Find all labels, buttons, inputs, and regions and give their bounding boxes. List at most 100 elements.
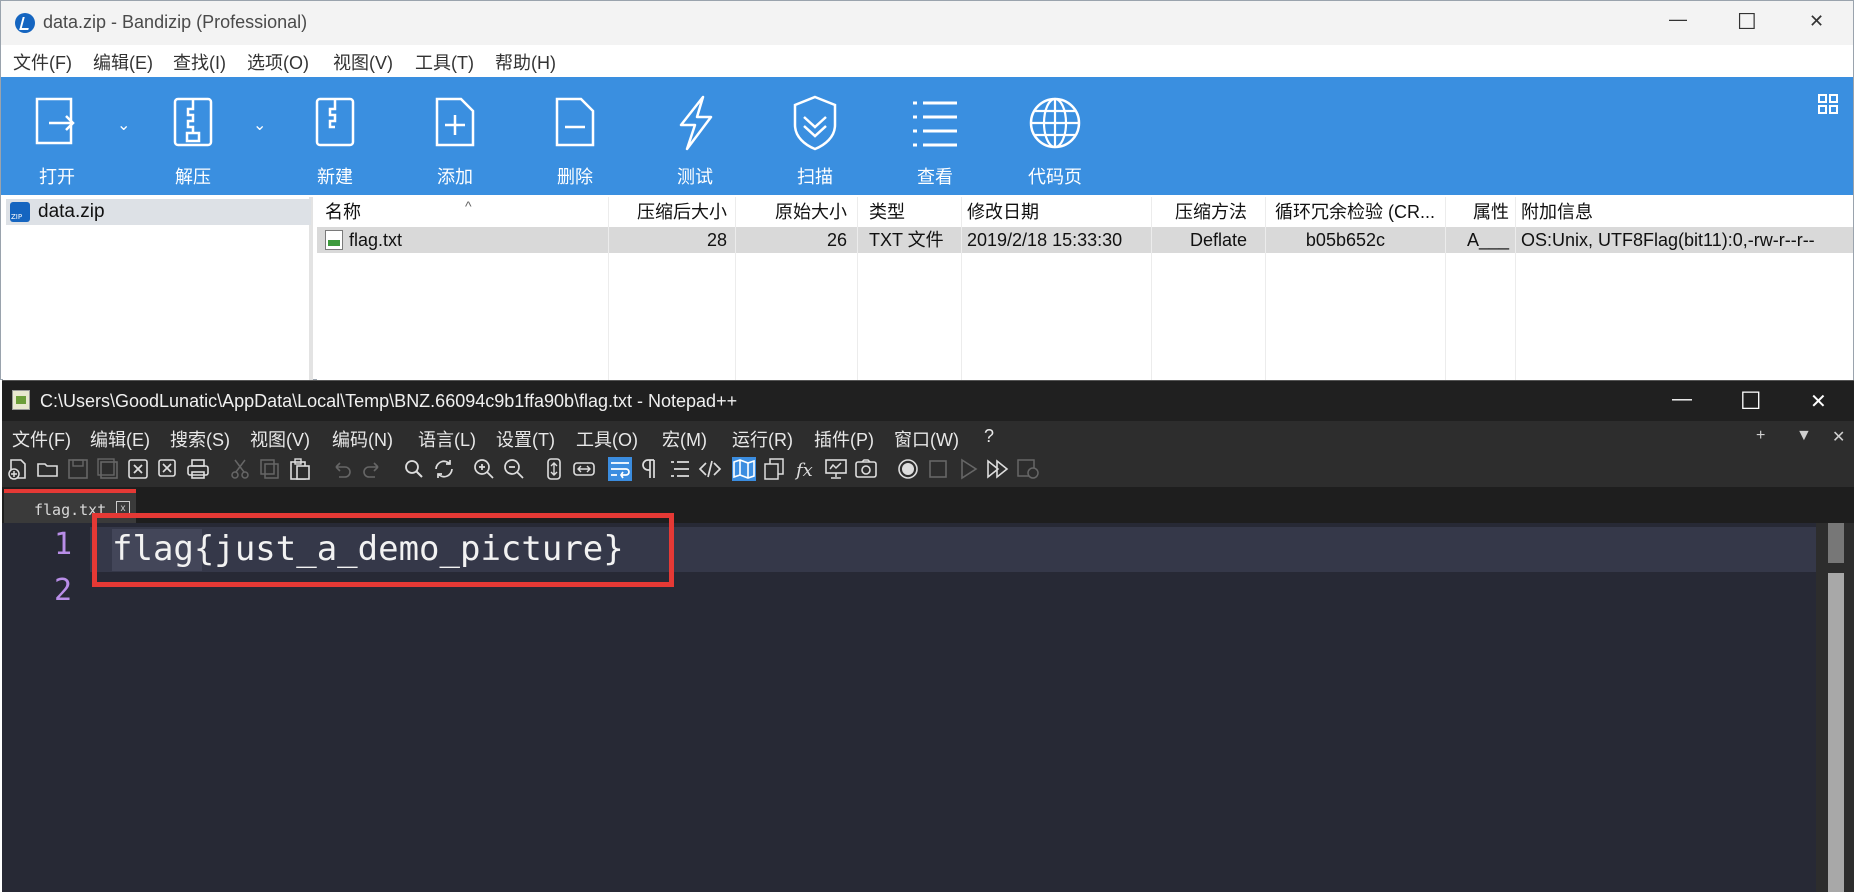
column-header-size[interactable]: 原始大小 [737, 197, 847, 227]
show-all-characters-icon[interactable] [638, 457, 662, 481]
zoom-in-icon[interactable] [472, 457, 496, 481]
menu-help[interactable]: 帮助(H) [495, 49, 556, 75]
replace-icon[interactable] [432, 457, 456, 481]
menu-language[interactable]: 语言(L) [418, 426, 476, 452]
notepad-maximize-button[interactable]: ☐ [1714, 381, 1784, 421]
zoom-out-icon[interactable] [502, 457, 526, 481]
column-header-attributes[interactable]: 属性 [1447, 197, 1509, 227]
vertical-scrollbar[interactable] [1816, 523, 1854, 892]
save-macro-icon[interactable] [1016, 457, 1040, 481]
scrollbar-thumb[interactable] [1828, 573, 1844, 892]
cell-size: 26 [826, 230, 847, 250]
menu-settings[interactable]: 设置(T) [496, 426, 555, 452]
open-button[interactable]: 打开 [15, 77, 99, 195]
save-all-icon[interactable] [96, 457, 120, 481]
column-header-packed[interactable]: 压缩后大小 [613, 197, 727, 227]
menu-run[interactable]: 运行(R) [732, 426, 793, 452]
notepad-title-bar: C:\Users\GoodLunatic\AppData\Local\Temp\… [2, 381, 1854, 421]
close-document-icon[interactable]: ✕ [1832, 427, 1845, 447]
run-macro-multiple-icon[interactable] [986, 457, 1010, 481]
menu-file[interactable]: 文件(F) [13, 49, 72, 75]
codepage-button[interactable]: 代码页 [1013, 77, 1097, 195]
column-header-extra[interactable]: 附加信息 [1521, 197, 1821, 227]
document-list-icon[interactable] [762, 457, 786, 481]
print-icon[interactable] [186, 457, 210, 481]
folder-workspace-icon[interactable] [854, 457, 878, 481]
bandizip-window-title: data.zip - Bandizip (Professional) [43, 12, 308, 32]
stop-recording-icon[interactable] [926, 457, 950, 481]
close-file-icon[interactable] [126, 457, 150, 481]
tab-list-down-icon[interactable]: ▼ [1796, 427, 1812, 445]
menu-macro[interactable]: 宏(M) [662, 426, 707, 452]
layout-grid-icon[interactable] [1817, 93, 1839, 115]
menu-edit[interactable]: 编辑(E) [90, 426, 150, 452]
file-list: 名称 ^ 压缩后大小 原始大小 类型 修改日期 压缩方法 循环冗余检验 (CR..… [317, 197, 1853, 381]
open-folder-icon[interactable] [36, 457, 60, 481]
test-label: 测试 [677, 167, 713, 187]
delete-button[interactable]: 删除 [533, 77, 617, 195]
menu-tools[interactable]: 工具(T) [415, 49, 474, 75]
view-label: 查看 [917, 167, 953, 187]
menu-plugins[interactable]: 插件(P) [814, 426, 874, 452]
menu-view[interactable]: 视图(V) [333, 49, 393, 75]
menu-window[interactable]: 窗口(W) [894, 426, 959, 452]
copy-icon[interactable] [258, 457, 282, 481]
menu-search[interactable]: 搜索(S) [170, 426, 230, 452]
notepad-close-button[interactable]: ✕ [1784, 381, 1854, 421]
extract-button[interactable]: 解压 [151, 77, 235, 195]
line-number-gutter: 1 2 [2, 523, 78, 892]
redo-icon[interactable] [360, 457, 384, 481]
sync-vertical-icon[interactable] [542, 457, 566, 481]
menu-edit[interactable]: 编辑(E) [93, 49, 153, 75]
column-header-type[interactable]: 类型 [869, 197, 959, 227]
view-button[interactable]: 查看 [893, 77, 977, 195]
find-icon[interactable] [402, 457, 426, 481]
scan-button[interactable]: 扫描 [773, 77, 857, 195]
indent-guide-icon[interactable] [668, 457, 692, 481]
play-macro-icon[interactable] [956, 457, 980, 481]
cut-icon[interactable] [228, 457, 252, 481]
cell-attributes: A___ [1467, 230, 1510, 250]
test-button[interactable]: 测试 [653, 77, 737, 195]
save-icon[interactable] [66, 457, 90, 481]
column-divider [857, 197, 858, 381]
word-wrap-icon[interactable] [608, 457, 632, 481]
table-row[interactable]: flag.txt 28 26 TXT 文件 2019/2/18 15:33:30… [317, 227, 1853, 253]
menu-tools[interactable]: 工具(O) [576, 426, 638, 452]
monitoring-icon[interactable] [824, 457, 848, 481]
language-code-icon[interactable] [698, 457, 722, 481]
function-list-icon[interactable]: fx [794, 457, 818, 481]
record-macro-icon[interactable] [896, 457, 920, 481]
notepad-minimize-button[interactable]: — [1644, 381, 1714, 421]
menu-help[interactable]: ? [984, 426, 994, 447]
close-all-icon[interactable] [156, 457, 180, 481]
menu-view[interactable]: 视图(V) [250, 426, 310, 452]
column-header-name[interactable]: 名称 ^ [325, 197, 605, 227]
delete-label: 删除 [557, 167, 593, 187]
add-icon [435, 97, 475, 147]
close-button[interactable]: ✕ [1785, 1, 1849, 45]
maximize-button[interactable]: ☐ [1715, 1, 1779, 45]
editor-area[interactable]: 1 2 flag{just_a_demo_picture} [2, 513, 1854, 892]
sync-horizontal-icon[interactable] [572, 457, 596, 481]
menu-find[interactable]: 查找(I) [173, 49, 226, 75]
undo-icon[interactable] [330, 457, 354, 481]
extract-dropdown-chevron-icon[interactable]: ⌄ [253, 115, 266, 135]
menu-encoding[interactable]: 编码(N) [332, 426, 393, 452]
add-button[interactable]: 添加 [413, 77, 497, 195]
minimize-button[interactable]: — [1645, 1, 1709, 45]
document-map-icon[interactable] [732, 457, 756, 481]
menu-file[interactable]: 文件(F) [12, 426, 71, 452]
column-header-crc[interactable]: 循环冗余检验 (CR... [1275, 197, 1441, 227]
column-header-modified[interactable]: 修改日期 [967, 197, 1147, 227]
paste-icon[interactable] [288, 457, 312, 481]
menu-options[interactable]: 选项(O) [247, 49, 309, 75]
open-dropdown-chevron-icon[interactable]: ⌄ [117, 115, 130, 135]
column-header-method[interactable]: 压缩方法 [1153, 197, 1247, 227]
new-archive-button[interactable]: 新建 [293, 77, 377, 195]
notepad-window: C:\Users\GoodLunatic\AppData\Local\Temp\… [2, 380, 1854, 892]
new-tab-plus-icon[interactable]: + [1756, 427, 1765, 445]
scan-icon [793, 95, 837, 151]
new-file-icon[interactable] [6, 457, 30, 481]
tree-item-archive[interactable]: data.zip [6, 199, 311, 225]
